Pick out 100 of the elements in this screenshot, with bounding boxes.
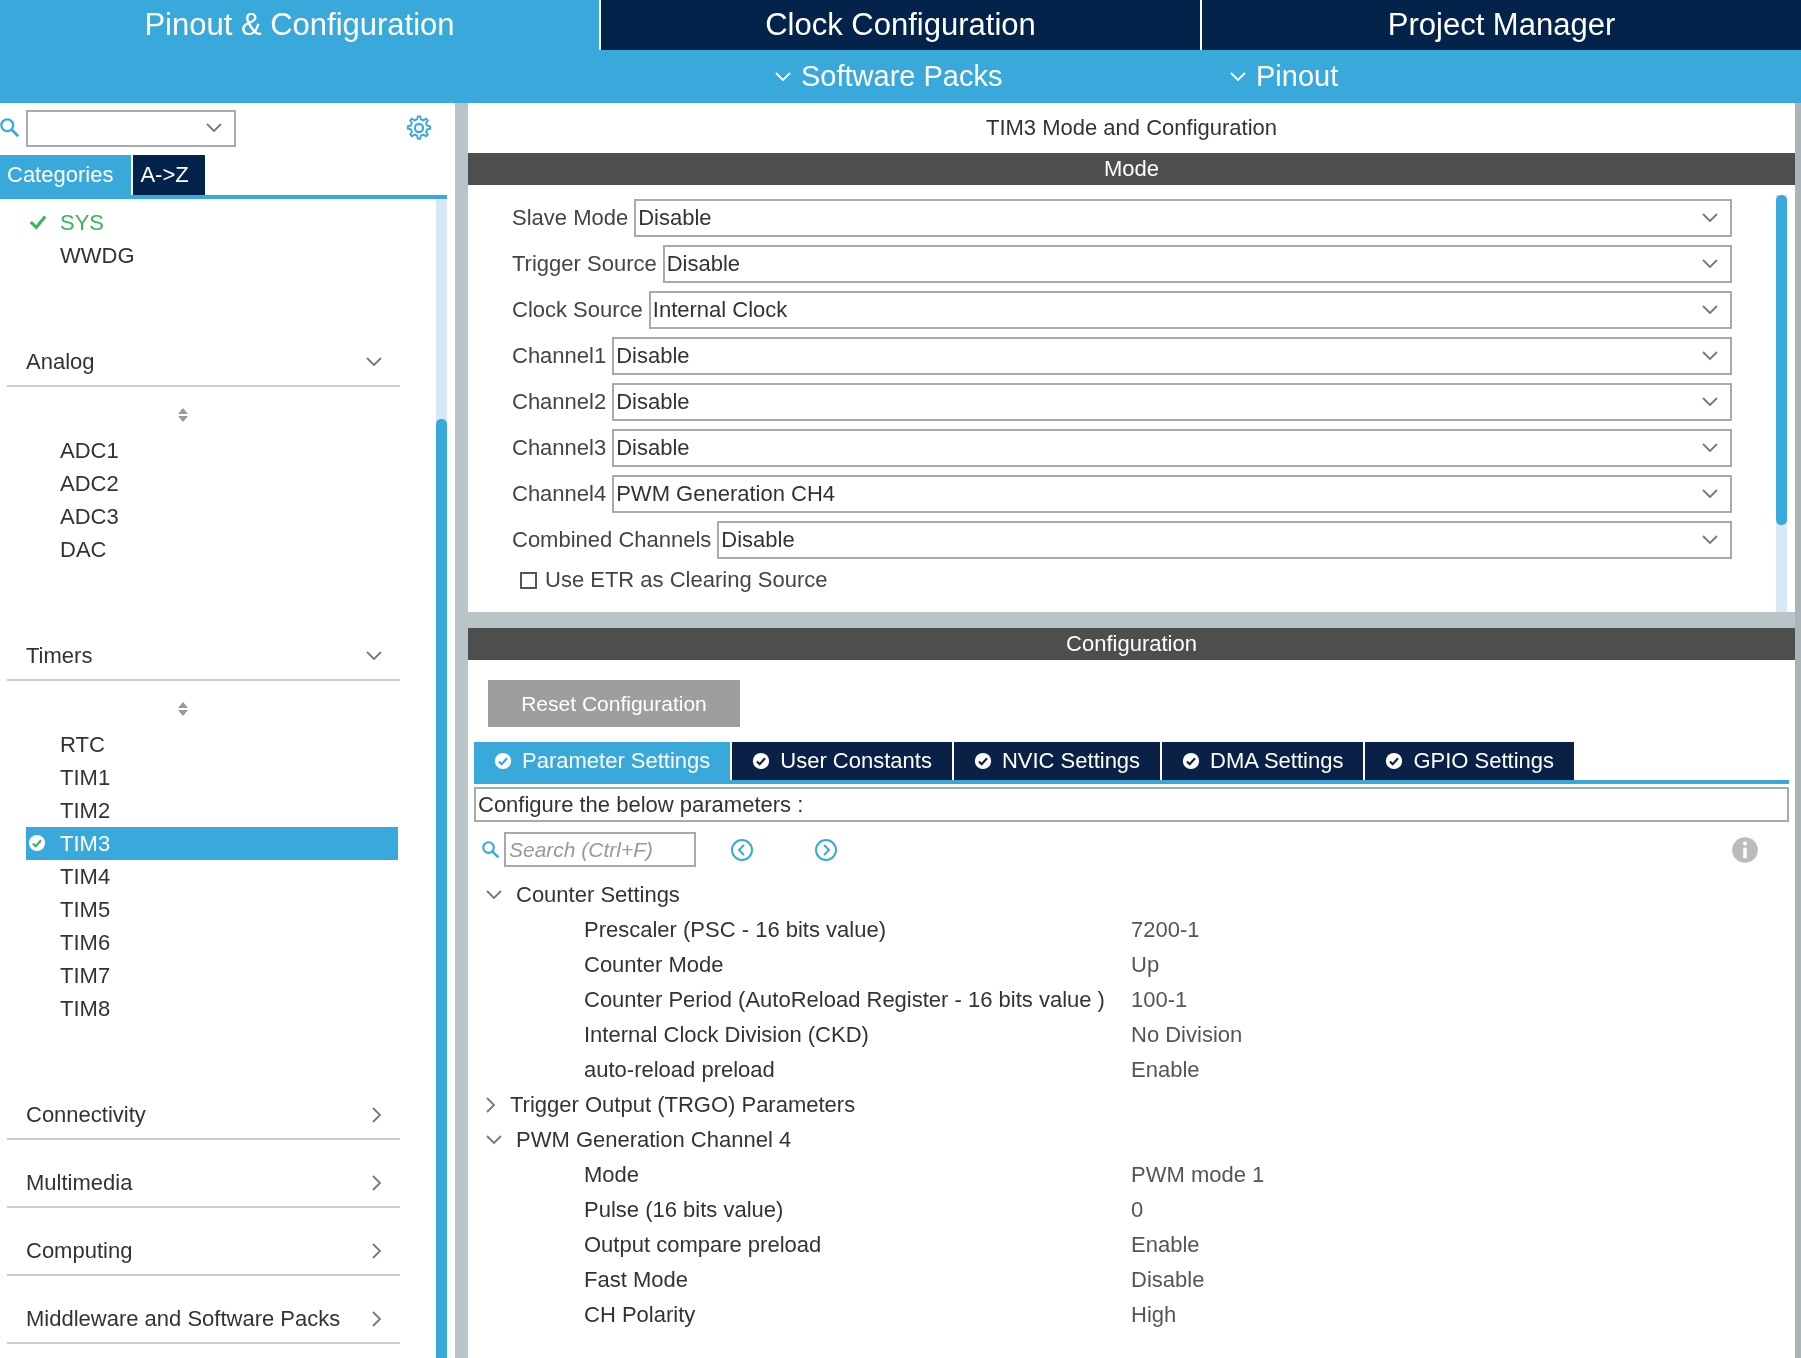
sidebar-item[interactable]: WWDG	[26, 239, 398, 272]
search-field[interactable]: Search (Ctrl+F)	[504, 832, 696, 867]
parameter-value[interactable]: Disable	[1131, 1266, 1205, 1293]
group-label[interactable]: Trigger Output (TRGO) Parameters	[510, 1091, 856, 1118]
field-label: Combined Channels	[512, 527, 712, 553]
next-icon[interactable]	[814, 837, 838, 862]
parameter-value[interactable]: 0	[1131, 1196, 1144, 1223]
sidebar-item[interactable]: DAC	[26, 533, 398, 566]
select-field[interactable]: Disable	[612, 337, 1732, 375]
scrollbar[interactable]	[1776, 195, 1787, 612]
search-icon	[482, 839, 500, 860]
field-label: Channel3	[512, 435, 607, 461]
sidebar-item[interactable]: ADC2	[26, 467, 398, 500]
chevron-right-icon	[372, 1243, 382, 1259]
check-circle-icon	[1182, 752, 1201, 770]
search-icon	[0, 117, 20, 139]
chevron-down-icon	[366, 651, 382, 661]
category-header[interactable]: Multimedia	[7, 1160, 400, 1208]
check-circle-icon	[494, 752, 512, 770]
settings-tab[interactable]: DMA Settings	[1162, 742, 1366, 780]
parameter-value[interactable]: 7200-1	[1131, 916, 1200, 943]
category-label: Middleware and Software Packs	[26, 1306, 341, 1332]
parameter-value[interactable]: PWM mode 1	[1131, 1161, 1265, 1188]
category-label: Connectivity	[26, 1102, 146, 1128]
search-dropdown[interactable]	[26, 109, 236, 147]
sidebar-item[interactable]: RTC	[26, 728, 398, 761]
sort-icon[interactable]	[177, 701, 189, 717]
field-label: Channel2	[512, 389, 607, 415]
parameter-value[interactable]: 100-1	[1131, 986, 1188, 1013]
check-circle-icon	[1385, 752, 1404, 770]
info-icon[interactable]	[1731, 835, 1759, 864]
settings-tab[interactable]: User Constants	[732, 742, 954, 780]
category-header[interactable]: Computing	[7, 1228, 400, 1276]
chevron-down-icon	[775, 71, 791, 82]
section-header: Configuration	[468, 628, 1795, 660]
sidebar-item[interactable]: TIM4	[26, 860, 398, 893]
sidebar-item[interactable]: ADC3	[26, 500, 398, 533]
view-tab[interactable]: A->Z	[133, 155, 207, 195]
select-field[interactable]: Disable	[717, 521, 1732, 559]
group-label[interactable]: PWM Generation Channel 4	[516, 1126, 792, 1153]
sidebar-item[interactable]: TIM1	[26, 761, 398, 794]
chevron-down-icon	[486, 889, 502, 900]
chevron-down-icon	[1702, 259, 1718, 269]
parameter-name: auto-reload preload	[584, 1056, 775, 1082]
parameter-name: Output compare preload	[584, 1231, 822, 1257]
chevron-down-icon	[1702, 489, 1718, 499]
sidebar-item[interactable]: TIM6	[26, 926, 398, 959]
select-field[interactable]: Disable	[612, 429, 1732, 467]
chevron-down-icon	[1702, 535, 1718, 545]
chevron-down-icon	[1702, 305, 1718, 315]
category-header[interactable]: Connectivity	[7, 1092, 400, 1140]
category-header[interactable]: Analog	[7, 339, 400, 387]
chevron-down-icon	[486, 1134, 502, 1145]
panel-title: TIM3 Mode and Configuration	[984, 114, 1279, 142]
parameter-name: CH Polarity	[584, 1301, 696, 1327]
field-label: Clock Source	[512, 297, 643, 323]
field-label: Channel1	[512, 343, 607, 369]
previous-icon[interactable]	[730, 837, 754, 862]
category-label: Multimedia	[26, 1170, 133, 1196]
scrollbar[interactable]	[436, 199, 447, 1358]
parameter-name: Fast Mode	[584, 1266, 688, 1292]
parameter-value[interactable]: Enable	[1131, 1056, 1200, 1083]
settings-tab[interactable]: GPIO Settings	[1365, 742, 1576, 780]
sidebar-item[interactable]: TIM2	[26, 794, 398, 827]
category-label: Analog	[26, 349, 95, 375]
category-label: Computing	[26, 1238, 133, 1264]
field-label: Trigger Source	[512, 251, 657, 277]
chevron-right-icon	[372, 1311, 382, 1327]
parameter-value[interactable]: No Division	[1131, 1021, 1243, 1048]
settings-tab[interactable]: NVIC Settings	[953, 742, 1163, 780]
parameter-name: Internal Clock Division (CKD)	[584, 1021, 869, 1047]
parameter-name: Pulse (16 bits value)	[584, 1196, 784, 1222]
chevron-right-icon	[372, 1175, 382, 1191]
select-field[interactable]: Disable	[662, 245, 1732, 283]
settings-icon[interactable]	[405, 114, 433, 142]
check-circle-icon	[973, 752, 992, 770]
parameter-value[interactable]: High	[1131, 1301, 1177, 1328]
select-field[interactable]: Disable	[634, 199, 1732, 237]
sidebar-item[interactable]: TIM8	[26, 992, 398, 1025]
group-label[interactable]: Counter Settings	[516, 881, 680, 908]
parameter-name: Prescaler (PSC - 16 bits value)	[584, 916, 886, 942]
sidebar-item[interactable]: TIM5	[26, 893, 398, 926]
chevron-down-icon	[1702, 351, 1718, 361]
sort-icon[interactable]	[177, 407, 189, 423]
sidebar-item[interactable]: ADC1	[26, 434, 398, 467]
category-header[interactable]: Middleware and Software Packs	[7, 1296, 400, 1344]
parameter-value[interactable]: Enable	[1131, 1231, 1200, 1258]
section-header: Mode	[468, 153, 1795, 185]
category-header[interactable]: Timers	[7, 633, 400, 681]
select-field[interactable]: PWM Generation CH4	[612, 475, 1732, 513]
checkbox[interactable]	[520, 571, 537, 589]
field-label: Channel4	[512, 481, 607, 507]
field-label: Slave Mode	[512, 205, 629, 231]
parameter-value[interactable]: Up	[1131, 951, 1160, 978]
select-field[interactable]: Disable	[612, 383, 1732, 421]
sidebar-item[interactable]: TIM7	[26, 959, 398, 992]
select-field[interactable]: Internal Clock	[648, 291, 1732, 329]
description-field: Configure the below parameters :	[474, 787, 1789, 822]
chevron-down-icon	[1702, 213, 1718, 223]
category-label: Timers	[26, 643, 93, 669]
